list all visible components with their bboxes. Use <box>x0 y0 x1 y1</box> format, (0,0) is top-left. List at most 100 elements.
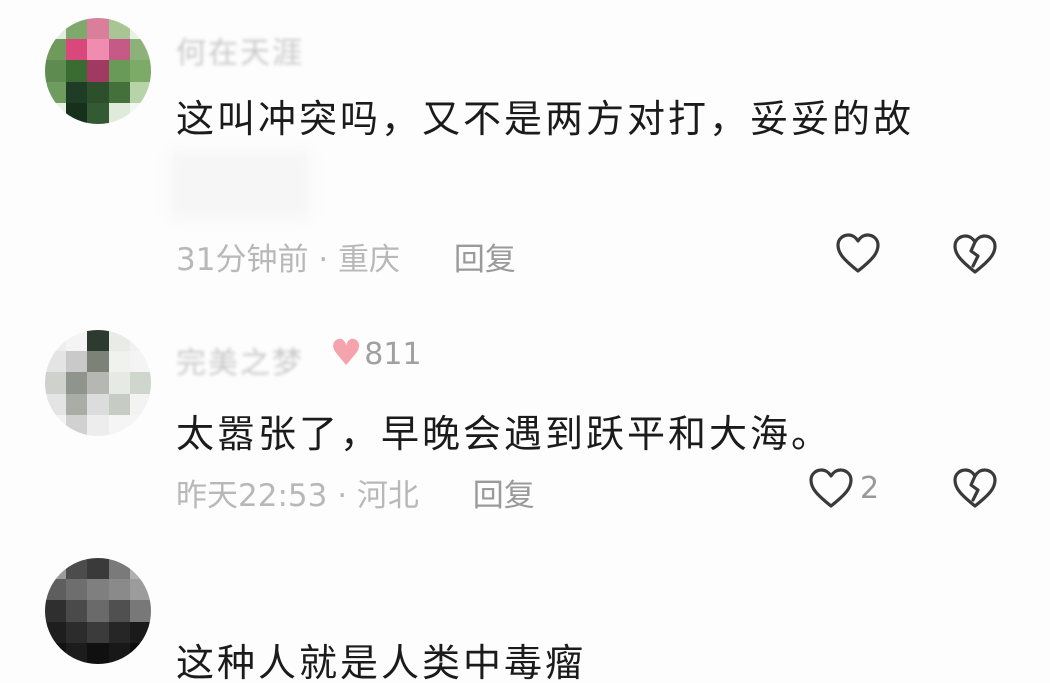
mosaic-tile <box>45 372 67 394</box>
broken-heart-icon <box>953 468 997 508</box>
mosaic-tile <box>108 600 130 622</box>
comment-time: 昨天22:53 <box>176 478 328 514</box>
mosaic-tile <box>45 414 67 436</box>
like-button[interactable] <box>835 232 881 274</box>
mosaic-tile <box>87 642 109 664</box>
comment-text: 这种人就是人类中毒瘤 <box>176 641 587 683</box>
mosaic-tile <box>45 18 67 40</box>
username[interactable]: 何在天涯 <box>176 28 304 72</box>
mosaic-tile <box>66 39 88 61</box>
mosaic-tile <box>45 600 67 622</box>
username[interactable]: 完美之梦 <box>176 338 304 382</box>
mosaic-tile <box>45 393 67 415</box>
mosaic-tile <box>66 372 88 394</box>
mosaic-tile <box>45 60 67 82</box>
like-button[interactable]: 2 <box>808 467 879 509</box>
comment-location: 河北 <box>356 478 419 514</box>
mosaic-tile <box>129 414 151 436</box>
mosaic-tile <box>87 372 109 394</box>
reply-button[interactable]: 回复 <box>454 242 516 278</box>
mosaic-tile <box>129 600 151 622</box>
mosaic-tile <box>129 39 151 61</box>
meta-separator: · <box>318 242 339 278</box>
mosaic-tile <box>108 621 130 643</box>
mosaic-tile <box>66 600 88 622</box>
mosaic-tile <box>66 102 88 124</box>
mosaic-tile <box>45 579 67 601</box>
mosaic-tile <box>45 642 67 664</box>
mosaic-tile <box>108 102 130 124</box>
broken-heart-icon <box>953 234 997 274</box>
comment-time: 31分钟前 <box>176 242 309 278</box>
mosaic-tile <box>87 558 109 580</box>
mosaic-tile <box>108 18 130 40</box>
heart-badge-icon: ♥ <box>330 333 363 374</box>
dislike-button[interactable] <box>952 233 998 275</box>
fan-count: 811 <box>364 336 422 372</box>
mosaic-tile <box>45 621 67 643</box>
mosaic-tile <box>129 102 151 124</box>
mosaic-tile <box>87 81 109 103</box>
mosaic-tile <box>66 558 88 580</box>
mosaic-tile <box>129 351 151 373</box>
mosaic-tile <box>129 579 151 601</box>
mosaic-tile <box>129 81 151 103</box>
avatar-mosaic <box>45 558 151 664</box>
mosaic-tile <box>129 621 151 643</box>
comment-location: 重庆 <box>338 242 401 278</box>
mosaic-tile <box>87 600 109 622</box>
comment-item: 完美之梦 ♥ 811 太嚣张了，早晚会遇到跃平和大海。 昨天22:53 · 河北… <box>0 300 1050 540</box>
mosaic-tile <box>66 642 88 664</box>
comment-meta: 31分钟前 · 重庆 回复 <box>176 234 516 279</box>
mosaic-tile <box>108 60 130 82</box>
mosaic-tile <box>129 372 151 394</box>
mosaic-tile <box>66 621 88 643</box>
avatar[interactable] <box>45 558 151 664</box>
comment-text: 这叫冲突吗，又不是两方对打，妥妥的故 <box>176 97 915 141</box>
mosaic-tile <box>45 102 67 124</box>
avatar-mosaic <box>45 18 151 124</box>
mosaic-tile <box>66 18 88 40</box>
mosaic-tile <box>45 558 67 580</box>
mosaic-tile <box>66 60 88 82</box>
mosaic-tile <box>66 330 88 352</box>
avatar[interactable] <box>45 330 151 436</box>
avatar[interactable] <box>45 18 151 124</box>
mosaic-tile <box>129 18 151 40</box>
mosaic-tile <box>66 393 88 415</box>
mosaic-tile <box>108 414 130 436</box>
heart-icon <box>836 233 880 273</box>
mosaic-tile <box>108 642 130 664</box>
mosaic-tile <box>87 39 109 61</box>
mosaic-tile <box>108 393 130 415</box>
mosaic-tile <box>108 351 130 373</box>
dislike-button[interactable] <box>952 467 998 509</box>
mosaic-tile <box>108 558 130 580</box>
mosaic-tile <box>108 81 130 103</box>
mosaic-tile <box>45 81 67 103</box>
mosaic-tile <box>66 351 88 373</box>
mosaic-tile <box>108 579 130 601</box>
mosaic-tile <box>108 372 130 394</box>
mosaic-tile <box>66 414 88 436</box>
mosaic-tile <box>87 102 109 124</box>
mosaic-tile <box>129 330 151 352</box>
like-count: 2 <box>860 470 880 506</box>
mosaic-tile <box>87 621 109 643</box>
comment-text: 太嚣张了，早晚会遇到跃平和大海。 <box>176 412 833 456</box>
mosaic-tile <box>45 330 67 352</box>
mosaic-tile <box>129 393 151 415</box>
blurred-region <box>170 150 310 220</box>
mosaic-tile <box>129 558 151 580</box>
mosaic-tile <box>45 39 67 61</box>
comment-item: 这种人就是人类中毒瘤 <box>0 540 1050 683</box>
mosaic-tile <box>129 60 151 82</box>
mosaic-tile <box>87 351 109 373</box>
mosaic-tile <box>66 81 88 103</box>
mosaic-tile <box>87 393 109 415</box>
comment-meta: 昨天22:53 · 河北 回复 <box>176 470 535 515</box>
mosaic-tile <box>87 18 109 40</box>
mosaic-tile <box>87 414 109 436</box>
reply-button[interactable]: 回复 <box>473 478 535 514</box>
mosaic-tile <box>87 60 109 82</box>
